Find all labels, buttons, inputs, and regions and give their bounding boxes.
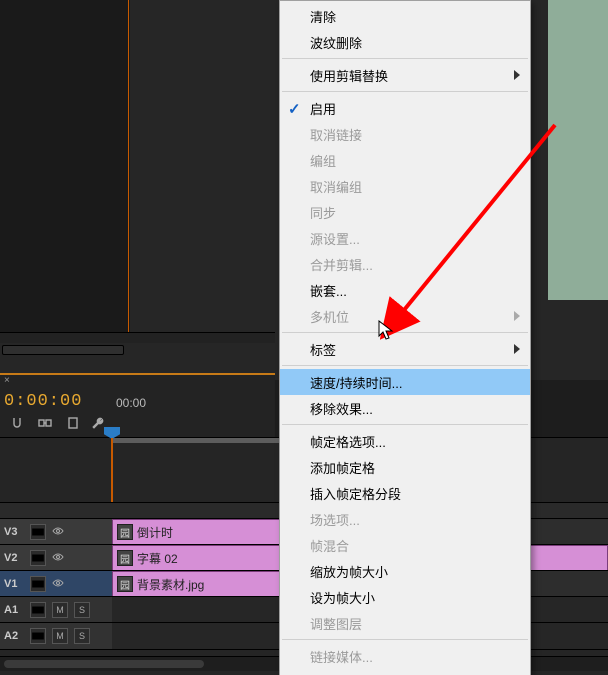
monitor-scrollbar-thumb[interactable] — [2, 345, 124, 355]
solo-button[interactable]: S — [74, 628, 90, 644]
timeline-scrollbar-thumb[interactable] — [4, 660, 204, 668]
check-icon: ✓ — [288, 100, 301, 118]
clip-label: 倒计时 — [137, 524, 173, 541]
toggle-output-icon[interactable] — [30, 628, 46, 644]
menu-field-options: 场选项... — [280, 506, 530, 532]
menu-separator — [282, 639, 528, 640]
track-header-v2[interactable]: V2 — [0, 545, 112, 571]
clip-v1[interactable]: 园 背景素材.jpg — [112, 571, 280, 597]
menu-group: 编组 — [280, 147, 530, 173]
menu-source-settings: 源设置... — [280, 225, 530, 251]
close-icon[interactable]: × — [4, 375, 10, 386]
menu-make-offline: 设为脱机... — [280, 669, 530, 675]
menu-separator — [282, 58, 528, 59]
timeline-work-area[interactable] — [112, 438, 280, 443]
menu-unlink: 取消链接 — [280, 121, 530, 147]
track-label: V3 — [4, 526, 24, 538]
submenu-arrow-icon — [514, 70, 520, 80]
toggle-output-icon[interactable] — [30, 576, 46, 592]
menu-scale-to-frame[interactable]: 缩放为帧大小 — [280, 558, 530, 584]
track-label: V2 — [4, 552, 24, 564]
track-header-v3[interactable]: V3 — [0, 519, 112, 545]
menu-enable[interactable]: ✓ 启用 — [280, 95, 530, 121]
track-label: A2 — [4, 630, 24, 642]
track-label: V1 — [4, 578, 24, 590]
menu-set-to-frame[interactable]: 设为帧大小 — [280, 584, 530, 610]
menu-separator — [282, 332, 528, 333]
ruler-tick-label: 00:00 — [116, 396, 146, 410]
monitor-playhead-line — [128, 0, 129, 333]
mute-button[interactable]: M — [52, 602, 68, 618]
monitor-right-pane — [548, 0, 608, 300]
fx-badge-icon[interactable]: 园 — [117, 524, 133, 540]
mute-button[interactable]: M — [52, 628, 68, 644]
eye-icon[interactable] — [52, 525, 64, 540]
clip-context-menu: 清除 波纹删除 使用剪辑替换 ✓ 启用 取消链接 编组 取消编组 同步 源设置.… — [279, 0, 531, 675]
linked-selection-icon[interactable] — [38, 416, 52, 430]
clip-label: 背景素材.jpg — [137, 576, 204, 593]
track-label: A1 — [4, 604, 24, 616]
toggle-output-icon[interactable] — [30, 550, 46, 566]
marker-icon[interactable] — [66, 416, 80, 430]
track-header-v1[interactable]: V1 — [0, 571, 112, 597]
playhead-timecode[interactable]: 0:00:00 — [4, 392, 82, 411]
menu-label-submenu[interactable]: 标签 — [280, 336, 530, 362]
settings-wrench-icon[interactable] — [92, 416, 106, 433]
menu-label: 多机位 — [310, 307, 349, 326]
fx-badge-icon[interactable]: 园 — [117, 550, 133, 566]
clip-v3[interactable]: 园 倒计时 — [112, 519, 280, 545]
menu-add-frame-hold[interactable]: 添加帧定格 — [280, 454, 530, 480]
eye-icon[interactable] — [52, 551, 64, 566]
monitor-left-pane — [0, 0, 130, 335]
menu-clear[interactable]: 清除 — [280, 3, 530, 29]
toggle-output-icon[interactable] — [30, 602, 46, 618]
menu-synchronize: 同步 — [280, 199, 530, 225]
menu-ripple-delete[interactable]: 波纹删除 — [280, 29, 530, 55]
timeline-tool-icons — [10, 416, 80, 430]
menu-frame-hold-options[interactable]: 帧定格选项... — [280, 428, 530, 454]
submenu-arrow-icon — [514, 344, 520, 354]
eye-icon[interactable] — [52, 577, 64, 592]
clip-label: 字幕 02 — [137, 550, 178, 567]
menu-replace-with-clip[interactable]: 使用剪辑替换 — [280, 62, 530, 88]
menu-ungroup: 取消编组 — [280, 173, 530, 199]
snap-icon[interactable] — [10, 416, 24, 430]
menu-speed-duration[interactable]: 速度/持续时间... — [280, 369, 530, 395]
menu-label: 标签 — [310, 340, 336, 359]
track-header-a1[interactable]: A1 M S — [0, 597, 112, 623]
menu-label: 使用剪辑替换 — [310, 66, 388, 85]
menu-frame-blend: 帧混合 — [280, 532, 530, 558]
submenu-arrow-icon — [514, 311, 520, 321]
solo-button[interactable]: S — [74, 602, 90, 618]
menu-separator — [282, 365, 528, 366]
menu-label: 启用 — [310, 99, 336, 118]
toggle-output-icon[interactable] — [30, 524, 46, 540]
menu-nest[interactable]: 嵌套... — [280, 277, 530, 303]
track-header-a2[interactable]: A2 M S — [0, 623, 112, 649]
menu-merge-clips: 合并剪辑... — [280, 251, 530, 277]
menu-separator — [282, 91, 528, 92]
menu-link-media: 链接媒体... — [280, 643, 530, 669]
menu-separator — [282, 424, 528, 425]
menu-multicam: 多机位 — [280, 303, 530, 329]
menu-remove-effects[interactable]: 移除效果... — [280, 395, 530, 421]
menu-adjustment-layer: 调整图层 — [280, 610, 530, 636]
fx-badge-icon[interactable]: 园 — [117, 576, 133, 592]
monitor-scrollbar[interactable] — [0, 343, 275, 355]
timeline-header: 0:00:00 00:00 — [0, 388, 275, 437]
menu-insert-frame-hold-segment[interactable]: 插入帧定格分段 — [280, 480, 530, 506]
